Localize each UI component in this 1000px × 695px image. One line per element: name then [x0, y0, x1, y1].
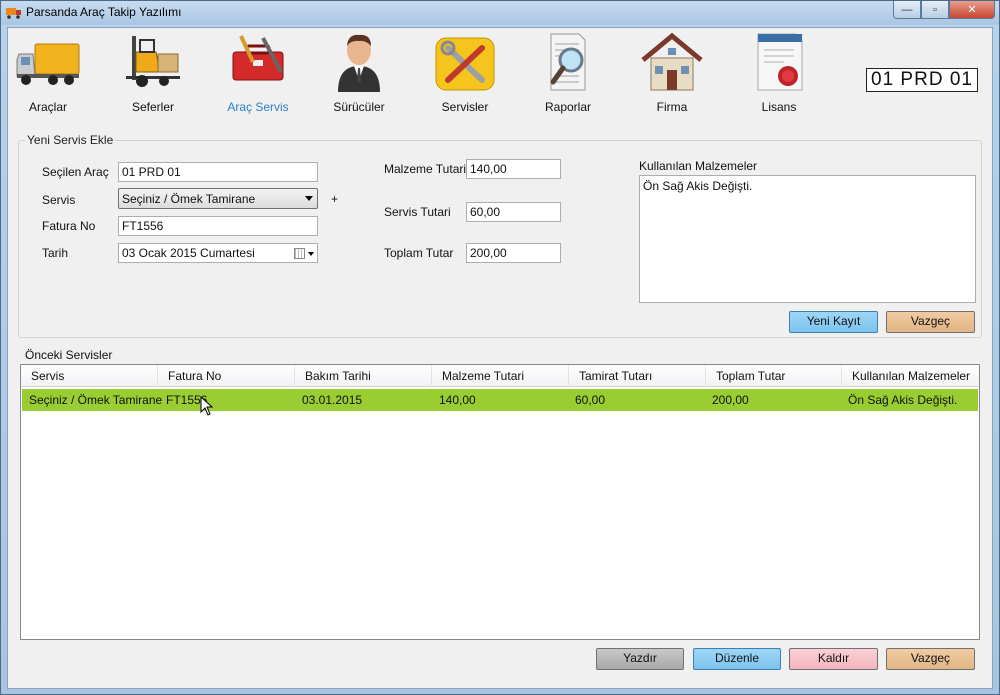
table-row[interactable]: Seçiniz / Ömek Tamirane FT1556 03.01.201… [22, 389, 978, 411]
group-legend: Yeni Servis Ekle [25, 133, 116, 147]
selected-vehicle-field[interactable]: 01 PRD 01 [118, 162, 318, 182]
cell-tamirat-tutari: 60,00 [575, 393, 606, 407]
edit-button[interactable]: Düzenle [693, 648, 781, 670]
truck-app-icon [6, 8, 21, 19]
cell-toplam-tutar: 200,00 [712, 393, 749, 407]
selected-vehicle-label: Seçilen Araç [42, 165, 109, 179]
column-header-toplam-tutar[interactable]: Toplam Tutar [706, 365, 842, 387]
selected-vehicle-plate: 01 PRD 01 [866, 68, 978, 92]
column-header-servis[interactable]: Servis [21, 365, 158, 387]
date-label: Tarih [42, 246, 69, 260]
toolbar-label: Firma [656, 100, 688, 114]
house-icon [641, 32, 703, 91]
service-cost-label: Servis Tutari [384, 205, 451, 219]
cancel-button[interactable]: Vazgeç [886, 648, 975, 670]
minimize-button[interactable]: — [893, 1, 921, 19]
remove-button[interactable]: Kaldır [789, 648, 878, 670]
column-header-tamirat-tutari[interactable]: Tamirat Tutarı [569, 365, 706, 387]
title-bar: Parsanda Araç Takip Yazılımı — ▫ ✕ [1, 1, 999, 25]
total-label: Toplam Tutar [384, 246, 454, 260]
column-header-fatura-no[interactable]: Fatura No [158, 365, 295, 387]
toolbar-label: Araç Servis [227, 100, 289, 114]
toolbar-item-firma[interactable]: Firma [627, 32, 717, 118]
column-header-kullanilan-malzemeler[interactable]: Kullanılan Malzemeler [842, 365, 979, 387]
cell-servis: Seçiniz / Ömek Tamirane [29, 393, 163, 407]
close-button[interactable]: ✕ [949, 1, 995, 19]
maximize-button[interactable]: ▫ [921, 1, 949, 19]
materials-textarea[interactable]: Ön Sağ Akis Değişti. [639, 175, 976, 303]
app-window: Parsanda Araç Takip Yazılımı — ▫ ✕ Araçl… [0, 0, 1000, 695]
chevron-down-icon [305, 196, 313, 201]
toolbar-item-araclar[interactable]: Araçlar [3, 32, 93, 118]
client-area: Araçlar Seferler Araç Servis Sürücüler S… [7, 27, 993, 689]
date-picker[interactable]: 03 Ocak 2015 Cumartesi [118, 243, 318, 263]
service-select[interactable]: Seçiniz / Ömek Tamirane [118, 188, 318, 209]
toolbox-icon [232, 35, 284, 81]
mouse-cursor-icon [200, 396, 214, 416]
service-label: Servis [42, 193, 76, 207]
cell-kullanilan-malzemeler: Ön Sağ Akis Değişti. [848, 393, 958, 407]
cancel-new-button[interactable]: Vazgeç [886, 311, 975, 333]
toolbar-label: Sürücüler [333, 100, 385, 114]
report-search-icon [550, 33, 586, 91]
forklift-icon [126, 36, 180, 87]
materials-label: Kullanılan Malzemeler [639, 159, 758, 173]
tools-icon [435, 37, 495, 91]
certificate-icon [757, 33, 803, 91]
add-service-button[interactable]: + [331, 192, 338, 206]
truck-icon [16, 43, 80, 85]
calendar-icon [294, 248, 305, 259]
total-field[interactable]: 200,00 [466, 243, 561, 263]
material-cost-field[interactable]: 140,00 [466, 159, 561, 179]
invoice-label: Fatura No [42, 219, 96, 233]
chevron-down-icon [308, 252, 314, 256]
print-button[interactable]: Yazdır [596, 648, 684, 670]
invoice-field[interactable]: FT1556 [118, 216, 318, 236]
previous-services-grid[interactable]: Servis Fatura No Bakım Tarihi Malzeme Tu… [20, 364, 980, 640]
toolbar-label: Lisans [761, 100, 797, 114]
service-select-value: Seçiniz / Ömek Tamirane [122, 192, 256, 206]
new-record-button[interactable]: Yeni Kayıt [789, 311, 878, 333]
toolbar-item-raporlar[interactable]: Raporlar [523, 32, 613, 118]
toolbar-label: Seferler [131, 100, 175, 114]
toolbar-item-arac-servis[interactable]: Araç Servis [213, 32, 303, 118]
window-title: Parsanda Araç Takip Yazılımı [26, 5, 182, 19]
cell-bakim-tarihi: 03.01.2015 [302, 393, 363, 407]
toolbar-label: Araçlar [28, 100, 67, 114]
toolbar-item-lisans[interactable]: Lisans [734, 32, 824, 118]
toolbar-label: Servisler [441, 100, 489, 114]
date-value: 03 Ocak 2015 Cumartesi [122, 246, 255, 260]
driver-icon [338, 34, 380, 92]
cell-malzeme-tutari: 140,00 [439, 393, 476, 407]
main-toolbar: Araçlar Seferler Araç Servis Sürücüler S… [8, 28, 992, 118]
column-header-bakim-tarihi[interactable]: Bakım Tarihi [295, 365, 432, 387]
service-cost-field[interactable]: 60,00 [466, 202, 561, 222]
toolbar-label: Raporlar [544, 100, 592, 114]
toolbar-item-servisler[interactable]: Servisler [420, 32, 510, 118]
toolbar-item-suruculer[interactable]: Sürücüler [314, 32, 404, 118]
column-header-malzeme-tutari[interactable]: Malzeme Tutari [432, 365, 569, 387]
toolbar-item-seferler[interactable]: Seferler [108, 32, 198, 118]
material-cost-label: Malzeme Tutari [384, 162, 467, 176]
grid-header: Servis Fatura No Bakım Tarihi Malzeme Tu… [21, 365, 979, 387]
previous-services-legend: Önceki Servisler [25, 348, 113, 362]
